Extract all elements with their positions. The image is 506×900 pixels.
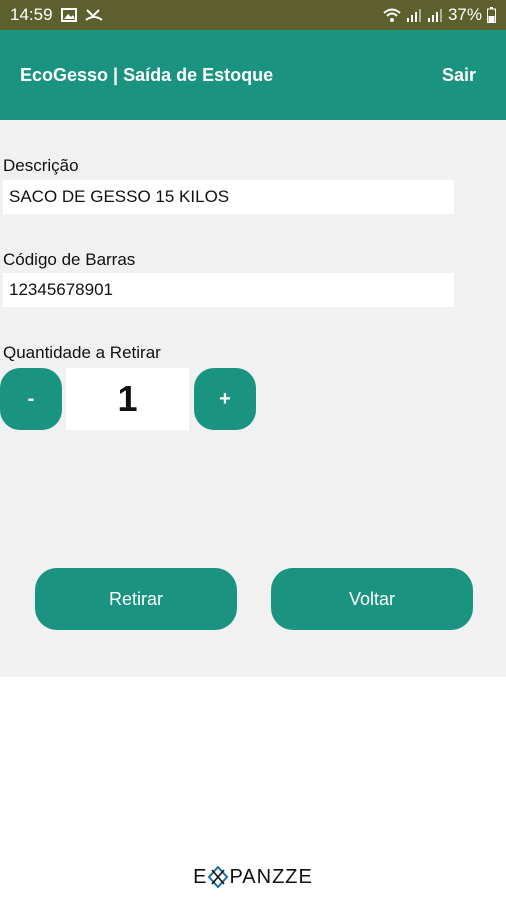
signal-icon <box>406 8 422 22</box>
increment-button[interactable]: + <box>194 368 256 430</box>
status-bar: 14:59 37% <box>0 0 506 30</box>
app-bar: EcoGesso | Saída de Estoque Sair <box>0 30 506 120</box>
quantity-value[interactable]: 1 <box>66 368 189 430</box>
main-content: Descrição SACO DE GESSO 15 KILOS Código … <box>0 120 506 677</box>
logo-diamond-icon <box>208 866 229 888</box>
missed-call-icon <box>84 8 103 22</box>
image-icon <box>60 8 77 22</box>
battery-percent: 37% <box>447 5 482 24</box>
back-button[interactable]: Voltar <box>271 568 473 630</box>
battery-icon <box>487 7 496 23</box>
expanzze-logo: E PANZZE <box>0 862 506 892</box>
status-time: 14:59 <box>10 5 53 24</box>
description-field[interactable]: SACO DE GESSO 15 KILOS <box>3 180 454 214</box>
withdraw-button[interactable]: Retirar <box>35 568 237 630</box>
decrement-button[interactable]: - <box>0 368 62 430</box>
description-label: Descrição <box>3 156 79 175</box>
status-right: 37% <box>383 5 496 25</box>
logo-text-prefix: E <box>193 865 208 888</box>
signal-icon-2 <box>427 8 443 22</box>
wifi-icon <box>383 8 401 22</box>
barcode-field[interactable]: 12345678901 <box>3 273 454 307</box>
logo-text-suffix: PANZZE <box>229 865 313 888</box>
app-title: EcoGesso | Saída de Estoque <box>20 64 274 85</box>
exit-button[interactable]: Sair <box>442 65 486 86</box>
status-left: 14:59 <box>10 5 103 25</box>
barcode-label: Código de Barras <box>3 250 136 269</box>
quantity-label: Quantidade a Retirar <box>3 343 161 362</box>
